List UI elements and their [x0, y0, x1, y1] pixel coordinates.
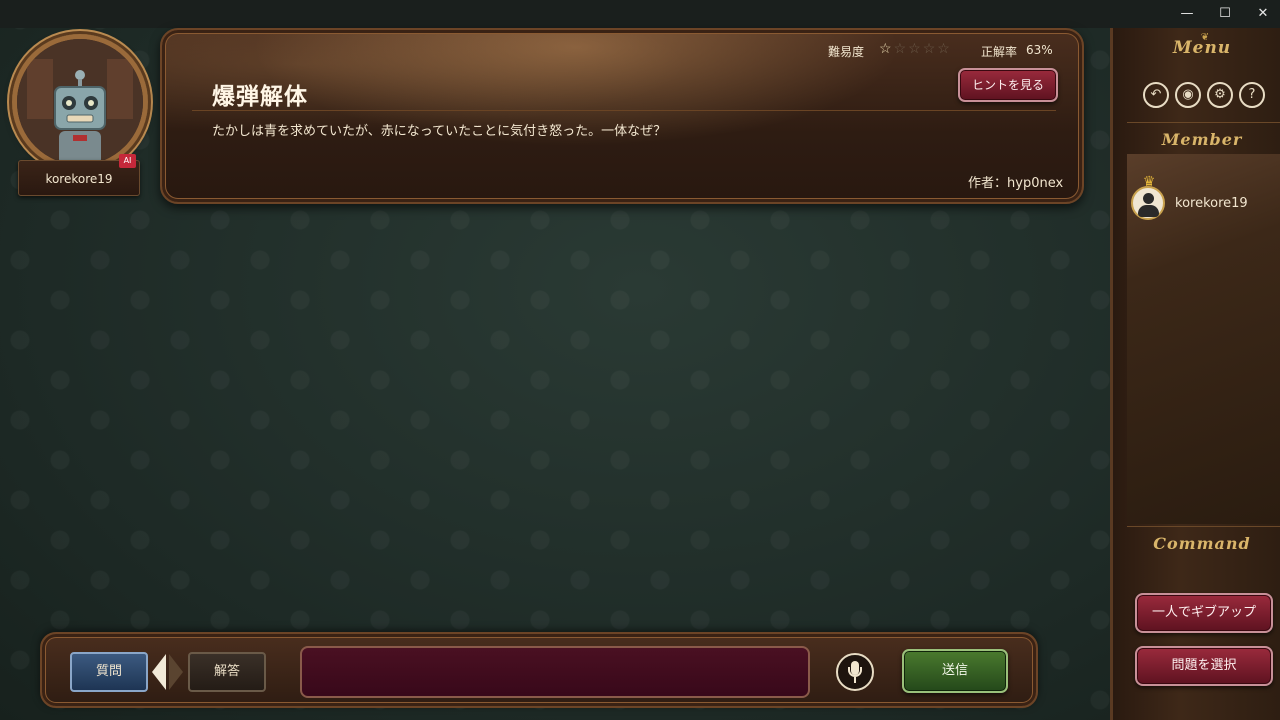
maximize-button[interactable]: ☐ — [1206, 0, 1244, 28]
question-body: たかしは青を求めていたが、赤になっていたことに気付き怒った。一体なぜ？ — [212, 124, 667, 139]
author-credit: 作者：hyp0nex — [968, 172, 1063, 191]
settings-icon[interactable]: ⚙ — [1207, 82, 1233, 108]
star-filled-icon: ☆ — [879, 41, 894, 57]
question-mode-button[interactable]: 質問 — [70, 652, 148, 692]
star-empty-icon: ☆ — [893, 41, 909, 57]
difficulty-label: 難易度 — [828, 45, 865, 59]
minimize-button[interactable]: — — [1168, 0, 1206, 28]
mode-toggle-left-icon[interactable] — [152, 654, 166, 690]
author-name: hyp0nex — [1007, 176, 1064, 191]
question-title: 爆弾解体 — [212, 83, 308, 110]
mode-toggle-right-icon[interactable] — [169, 654, 183, 690]
difficulty-stars: ☆☆☆☆☆ — [879, 41, 952, 57]
correct-rate-value: 63% — [1026, 43, 1053, 57]
send-button[interactable]: 送信 — [902, 649, 1008, 693]
member-name: korekore19 — [1175, 196, 1248, 211]
menu-title: Menu — [1172, 38, 1232, 58]
help-icon[interactable]: ? — [1239, 82, 1265, 108]
correct-rate-label: 正解率 — [981, 45, 1018, 59]
close-button[interactable]: ✕ — [1244, 0, 1280, 28]
panel-divider — [192, 110, 1056, 111]
select-question-button[interactable]: 問題を選択 — [1135, 646, 1273, 686]
answer-mode-button[interactable]: 解答 — [188, 652, 266, 692]
robot-avatar-icon — [17, 39, 143, 165]
author-label: 作者： — [968, 176, 1008, 191]
menu-icon-row: ↶ ◉ ⚙ ? — [1143, 82, 1273, 110]
back-icon[interactable]: ↶ — [1143, 82, 1169, 108]
sidebar-divider — [1127, 122, 1280, 123]
star-empty-icon: ☆ — [908, 41, 923, 57]
member-avatar — [1131, 186, 1165, 220]
window-titlebar: — ☐ ✕ — [0, 0, 1280, 28]
star-empty-icon: ☆ — [922, 41, 938, 57]
player-avatar-frame — [12, 34, 148, 170]
command-title: Command — [1153, 534, 1251, 553]
member-title: Member — [1161, 130, 1243, 149]
input-bar: 質問 解答 送信 — [40, 632, 1038, 708]
sidebar: ❦ Menu ↶ ◉ ⚙ ? Member ♛ korekore19 Comma… — [1110, 28, 1280, 720]
give-up-button[interactable]: 一人でギブアップ — [1135, 593, 1273, 633]
discord-icon[interactable]: ◉ — [1175, 82, 1201, 108]
sidebar-divider — [1127, 526, 1280, 527]
microphone-icon[interactable] — [836, 653, 874, 691]
message-input[interactable] — [300, 646, 810, 698]
star-empty-icon: ☆ — [937, 41, 952, 57]
question-panel: 難易度 ☆☆☆☆☆ 正解率 63% 爆弾解体 ヒントを見る たかしは青を求めてい… — [160, 28, 1084, 204]
hint-button[interactable]: ヒントを見る — [958, 68, 1058, 102]
ai-badge: AI — [119, 154, 136, 168]
